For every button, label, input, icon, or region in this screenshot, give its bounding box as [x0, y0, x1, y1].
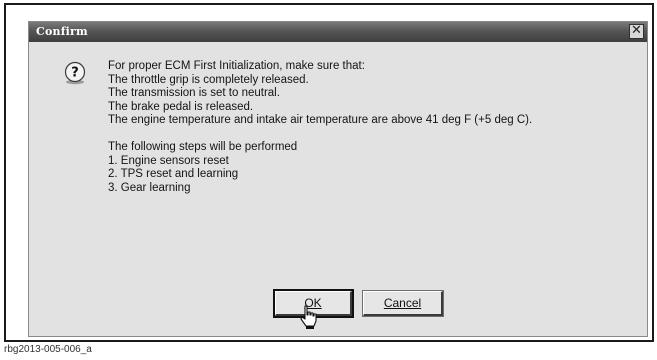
message-line: The throttle grip is completely released… [108, 73, 309, 86]
svg-text:?: ? [71, 66, 79, 81]
dialog-message: For proper ECM First Initialization, mak… [108, 60, 638, 195]
step-item: 2. TPS reset and learning [108, 168, 239, 181]
dialog-titlebar[interactable]: Confirm ✕ [29, 22, 647, 42]
dialog-title: Confirm [36, 25, 88, 38]
message-line: For proper ECM First Initialization, mak… [108, 60, 365, 72]
hand-cursor-icon [300, 305, 317, 329]
step-item: 1. Engine sensors reset [108, 154, 229, 167]
confirm-dialog: Confirm ✕ ? For proper ECM First Initial… [28, 21, 648, 337]
figure-frame: Confirm ✕ ? For proper ECM First Initial… [4, 3, 654, 342]
question-icon: ? [64, 61, 86, 85]
message-line: The engine temperature and intake air te… [108, 114, 533, 127]
steps-heading: The following steps will be performed [108, 140, 298, 153]
message-line: The brake pedal is released. [108, 100, 254, 113]
cancel-button[interactable]: Cancel [362, 290, 444, 317]
close-button[interactable]: ✕ [629, 24, 644, 39]
message-line: The transmission is set to neutral. [108, 87, 280, 100]
cancel-button-label: Cancel [383, 296, 422, 310]
figure-caption: rbg2013-005-006_a [4, 344, 92, 355]
close-icon: ✕ [631, 23, 642, 38]
step-item: 3. Gear learning [108, 181, 191, 194]
